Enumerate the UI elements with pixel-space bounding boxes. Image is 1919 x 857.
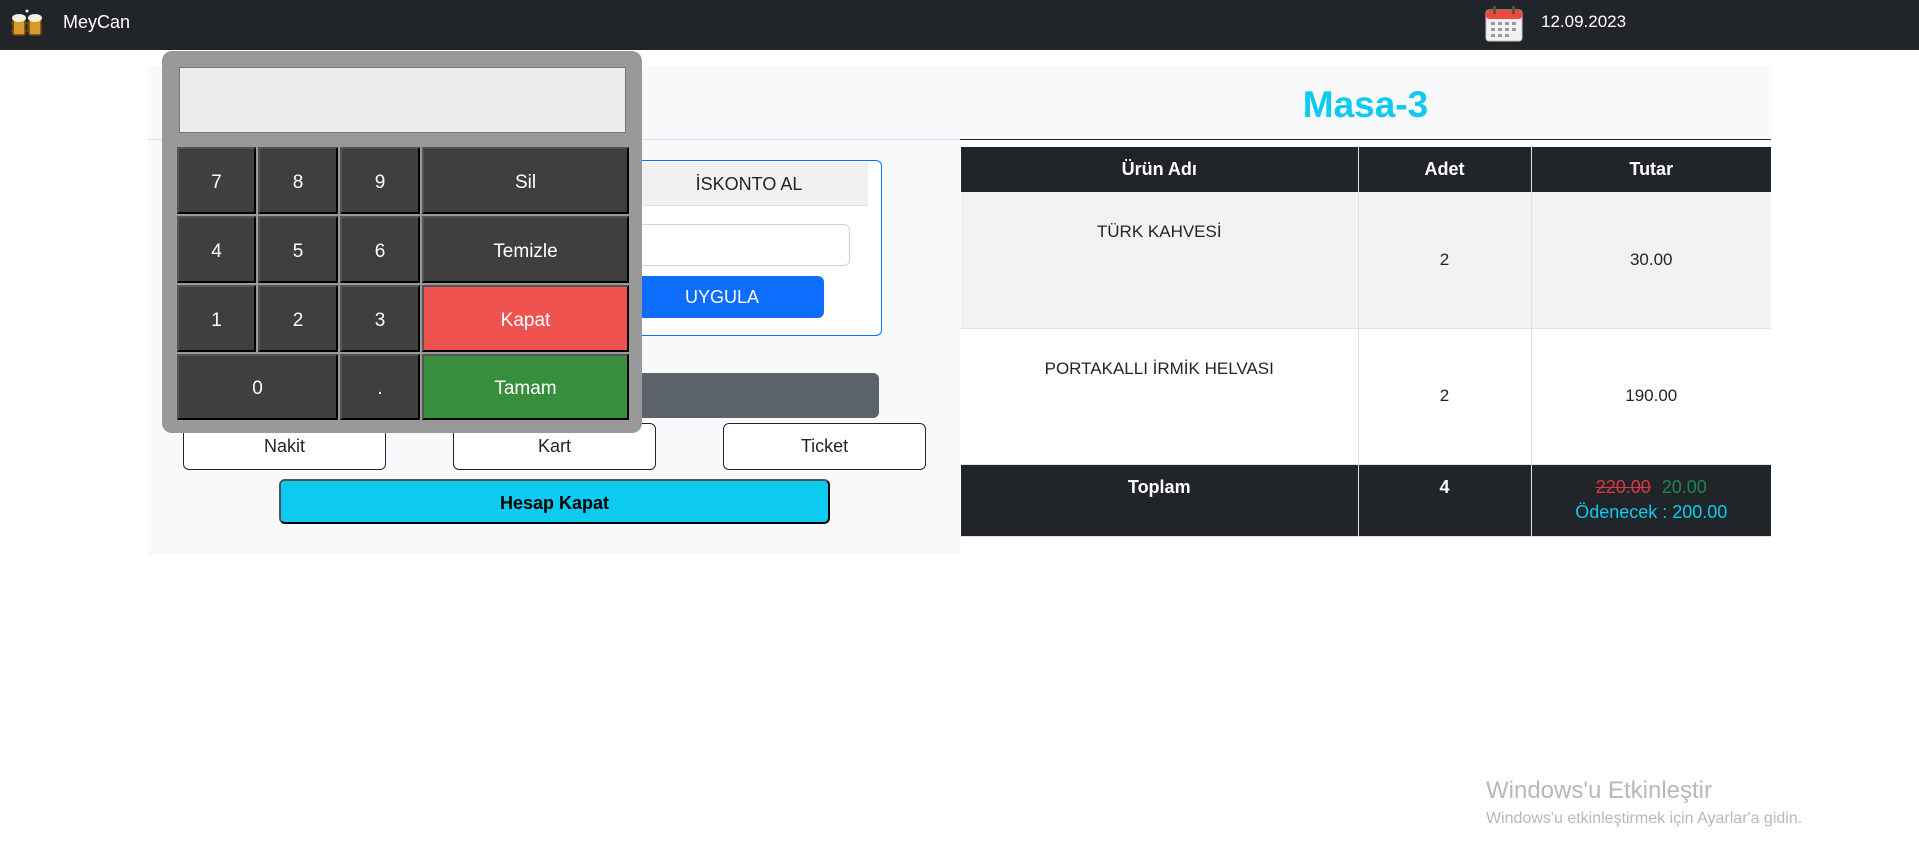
key-9[interactable]: 9 xyxy=(340,147,420,214)
column-header-amount: Tutar xyxy=(1531,147,1771,192)
total-label: Toplam xyxy=(961,464,1359,537)
key-2[interactable]: 2 xyxy=(258,285,338,352)
payable-amount: Ödenecek : 200.00 xyxy=(1575,501,1728,522)
old-total: 220.00 xyxy=(1595,476,1651,497)
key-3[interactable]: 3 xyxy=(340,285,420,352)
item-name: TÜRK KAHVESİ xyxy=(961,192,1359,329)
item-qty: 2 xyxy=(1358,328,1532,465)
column-header-qty: Adet xyxy=(1358,147,1532,192)
item-name: PORTAKALLI İRMİK HELVASI xyxy=(961,328,1359,465)
key-8[interactable]: 8 xyxy=(258,147,338,214)
keypad-close-button[interactable]: Kapat xyxy=(422,285,629,352)
item-amount: 30.00 xyxy=(1531,192,1771,329)
discount-input[interactable] xyxy=(620,224,850,266)
key-4[interactable]: 4 xyxy=(177,216,256,283)
table-row[interactable]: TÜRK KAHVESİ 2 30.00 xyxy=(961,192,1771,329)
key-decimal[interactable]: . xyxy=(340,354,420,420)
item-qty: 2 xyxy=(1358,192,1532,329)
calendar-icon xyxy=(1484,5,1524,43)
total-row: Toplam 4 220.00 20.00 Ödenecek : 200.00 xyxy=(961,464,1771,537)
total-qty: 4 xyxy=(1358,464,1532,537)
key-0[interactable]: 0 xyxy=(177,354,338,420)
page-title: Masa-3 xyxy=(1302,84,1429,125)
order-table: Ürün Adı Adet Tutar TÜRK KAHVESİ 2 30.00… xyxy=(961,147,1771,537)
activation-watermark-title: Windows'u Etkinleştir xyxy=(1486,777,1712,804)
key-7[interactable]: 7 xyxy=(177,147,256,214)
activation-watermark-subtitle: Windows'u etkinleştirmek için Ayarlar'a … xyxy=(1486,810,1803,827)
apply-discount-button[interactable]: UYGULA xyxy=(620,276,824,318)
beer-mugs-icon[interactable] xyxy=(9,7,45,41)
keypad-ok-button[interactable]: Tamam xyxy=(422,354,629,420)
key-5[interactable]: 5 xyxy=(258,216,338,283)
brand-name[interactable]: MeyCan xyxy=(63,12,130,33)
table-row[interactable]: PORTAKALLI İRMİK HELVASI 2 190.00 xyxy=(961,328,1771,465)
ticket-button[interactable]: Ticket xyxy=(723,423,926,470)
current-date: 12.09.2023 xyxy=(1541,12,1627,31)
keypad-display[interactable] xyxy=(179,67,626,133)
key-clear[interactable]: Temizle xyxy=(422,216,629,283)
total-amount-cell: 220.00 20.00 Ödenecek : 200.00 xyxy=(1531,464,1771,537)
tab-discount[interactable]: İSKONTO AL xyxy=(630,162,868,206)
key-6[interactable]: 6 xyxy=(340,216,420,283)
column-header-name: Ürün Adı xyxy=(961,147,1359,192)
numeric-keypad: 7 8 9 Sil 4 5 6 Temizle 1 2 3 Kapat 0 . … xyxy=(162,51,642,433)
key-delete[interactable]: Sil xyxy=(422,147,629,214)
discount-amount: 20.00 xyxy=(1661,476,1707,497)
item-amount: 190.00 xyxy=(1531,328,1771,465)
close-account-button[interactable]: Hesap Kapat xyxy=(279,479,830,524)
top-navbar: MeyCan 12.09.2023 xyxy=(0,0,1919,50)
key-1[interactable]: 1 xyxy=(177,285,256,352)
